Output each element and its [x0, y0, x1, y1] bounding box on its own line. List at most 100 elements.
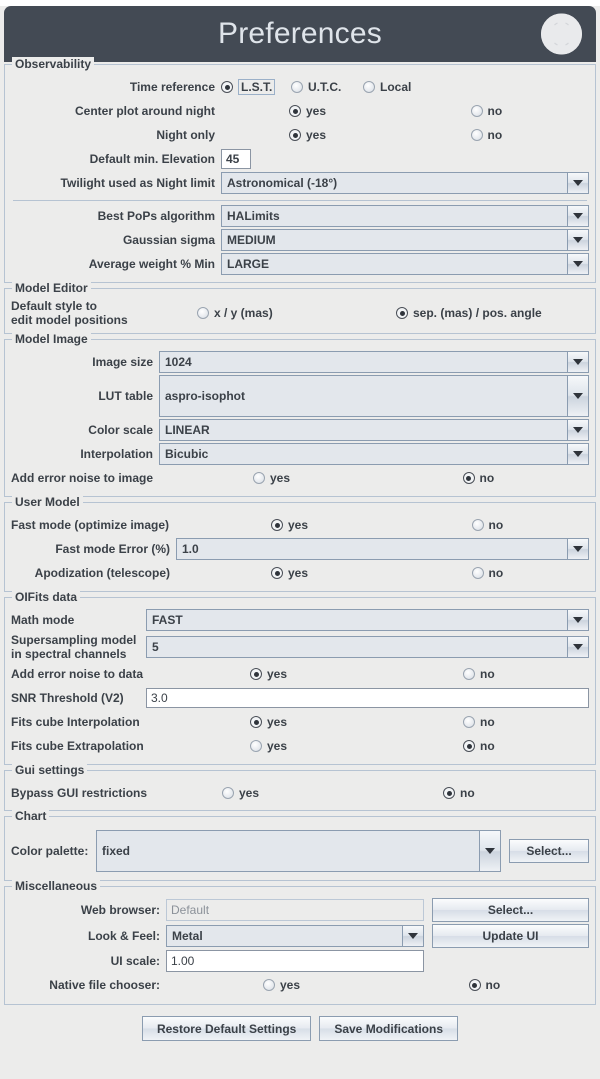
radio-native-file-chooser-yes[interactable]: yes	[166, 978, 384, 992]
combo-color-scale[interactable]: LINEAR	[159, 419, 589, 441]
combo-math-mode[interactable]: FAST	[146, 609, 589, 631]
row-color-palette: Color palette: fixed Select...	[11, 830, 589, 872]
radio-cube-extrapolation-no[interactable]: no	[376, 739, 589, 753]
save-modifications-button[interactable]: Save Modifications	[319, 1016, 459, 1041]
radio-time-reference-local[interactable]: Local	[363, 80, 411, 94]
radio-bypass-gui-no[interactable]: no	[368, 786, 589, 800]
label-native-file-chooser: Native file chooser:	[49, 978, 160, 992]
radio-night-only-yes[interactable]: yes	[221, 128, 408, 142]
radio-label-image-error-noise-no: no	[479, 471, 495, 485]
chevron-down-icon[interactable]	[567, 420, 588, 440]
radio-apodization-no[interactable]: no	[389, 566, 590, 580]
label-min-elevation: Default min. Elevation	[89, 152, 215, 166]
chevron-down-icon[interactable]	[567, 610, 588, 630]
combo-color-palette[interactable]: fixed	[96, 830, 501, 872]
chevron-down-icon[interactable]	[402, 926, 423, 946]
combo-gaussian-sigma[interactable]: MEDIUM	[221, 229, 589, 251]
input-min-elevation[interactable]: 45	[221, 149, 251, 169]
radio-label-night-only-no: no	[487, 128, 503, 142]
chevron-down-icon[interactable]	[567, 230, 588, 250]
row-min-elevation: Default min. Elevation 45	[11, 148, 589, 170]
chevron-down-icon[interactable]	[567, 352, 588, 372]
label-web-browser: Web browser:	[80, 903, 160, 917]
radio-dot-default-style-sep	[396, 307, 408, 319]
input-web-browser[interactable]: Default	[166, 899, 424, 921]
radio-cube-interpolation-yes[interactable]: yes	[146, 715, 376, 729]
label-ui-scale: UI scale:	[110, 954, 160, 968]
radio-time-reference-utc[interactable]: U.T.C.	[291, 80, 363, 94]
radio-center-plot-yes[interactable]: yes	[221, 104, 408, 118]
radio-image-error-noise-no[interactable]: no	[380, 471, 590, 485]
label-supersampling: Supersampling model in spectral channels	[11, 633, 146, 661]
preferences-window: Preferences Observability Time reference	[0, 6, 600, 1079]
label-interpolation: Interpolation	[80, 447, 153, 461]
radio-fast-mode-yes[interactable]: yes	[176, 518, 389, 532]
label-gaussian-sigma: Gaussian sigma	[122, 233, 215, 247]
chevron-down-icon[interactable]	[567, 173, 588, 193]
row-interpolation: Interpolation Bicubic	[11, 443, 589, 465]
update-ui-button[interactable]: Update UI	[432, 924, 589, 948]
chevron-down-icon[interactable]	[567, 637, 588, 657]
radio-default-style-sep[interactable]: sep. (mas) / pos. angle	[390, 306, 589, 320]
combo-lut-table[interactable]: aspro-isophot	[159, 375, 589, 417]
radio-dot-fast-mode-yes	[271, 519, 283, 531]
row-ui-scale: UI scale: 1.00	[11, 950, 589, 972]
radio-data-error-noise-yes[interactable]: yes	[146, 667, 376, 681]
label-pops-algorithm: Best PoPs algorithm	[97, 209, 215, 223]
chevron-down-icon[interactable]	[567, 376, 588, 416]
radio-label-night-only-yes: yes	[306, 128, 327, 142]
radio-cube-interpolation-no[interactable]: no	[376, 715, 589, 729]
preferences-content: Observability Time reference L.S.T. U.T.…	[0, 57, 600, 1049]
group-title-chart: Chart	[12, 809, 50, 823]
radiogroup-cube-extrapolation: yes no	[146, 739, 589, 753]
combo-interpolation[interactable]: Bicubic	[159, 443, 589, 465]
group-title-observability: Observability	[12, 57, 95, 71]
row-cube-interpolation: Fits cube Interpolation yes no	[11, 711, 589, 733]
combo-pops-algorithm[interactable]: HALimits	[221, 205, 589, 227]
radio-apodization-yes[interactable]: yes	[176, 566, 389, 580]
restore-defaults-button[interactable]: Restore Default Settings	[141, 1016, 312, 1041]
radio-bypass-gui-yes[interactable]: yes	[146, 786, 368, 800]
radio-center-plot-no[interactable]: no	[408, 104, 590, 118]
chevron-down-icon[interactable]	[479, 831, 500, 871]
label-default-style-line1: Default style to	[11, 299, 98, 313]
select-web-browser-button[interactable]: Select...	[432, 898, 589, 922]
chevron-down-icon[interactable]	[567, 206, 588, 226]
radiogroup-bypass-gui: yes no	[146, 786, 589, 800]
combo-look-and-feel[interactable]: Metal	[166, 925, 424, 947]
combo-twilight[interactable]: Astronomical (-18°)	[221, 172, 589, 194]
radio-label-cube-extrapolation-no: no	[480, 739, 495, 753]
radio-native-file-chooser-no[interactable]: no	[384, 978, 590, 992]
combo-twilight-value: Astronomical (-18°)	[227, 176, 338, 190]
radiogroup-image-error-noise: yes no	[159, 471, 589, 485]
combo-average-weight[interactable]: LARGE	[221, 253, 589, 275]
radio-image-error-noise-yes[interactable]: yes	[159, 471, 380, 485]
radio-dot-native-file-chooser-yes	[263, 979, 275, 991]
row-gaussian-sigma: Gaussian sigma MEDIUM	[11, 229, 589, 251]
radio-night-only-no[interactable]: no	[408, 128, 590, 142]
radio-dot-bypass-gui-yes	[222, 787, 234, 799]
combo-supersampling[interactable]: 5	[146, 636, 589, 658]
row-bypass-gui: Bypass GUI restrictions yes no	[11, 782, 589, 804]
radio-dot-night-only-no	[470, 129, 483, 141]
chevron-down-icon[interactable]	[567, 444, 588, 464]
combo-image-size[interactable]: 1024	[159, 351, 589, 373]
chevron-down-icon[interactable]	[567, 254, 588, 274]
radio-label-bypass-gui-yes: yes	[239, 786, 260, 800]
radio-dot-data-error-noise-no	[463, 668, 475, 680]
radio-data-error-noise-no[interactable]: no	[376, 667, 589, 681]
select-color-palette-button[interactable]: Select...	[509, 839, 589, 863]
input-snr-threshold[interactable]: 3.0	[146, 688, 589, 708]
label-color-palette: Color palette:	[11, 844, 89, 858]
combo-math-mode-value: FAST	[152, 613, 183, 627]
radio-time-reference-lst[interactable]: L.S.T.	[221, 79, 291, 95]
chevron-down-icon[interactable]	[567, 539, 588, 559]
row-image-size: Image size 1024	[11, 351, 589, 373]
radio-cube-extrapolation-yes[interactable]: yes	[146, 739, 376, 753]
radio-fast-mode-no[interactable]: no	[389, 518, 590, 532]
radio-default-style-xy[interactable]: x / y (mas)	[191, 306, 390, 320]
window-titlebar: Preferences	[4, 6, 596, 62]
combo-fast-mode-error[interactable]: 1.0	[176, 538, 589, 560]
combo-average-weight-value: LARGE	[227, 257, 269, 271]
input-ui-scale[interactable]: 1.00	[166, 950, 424, 972]
